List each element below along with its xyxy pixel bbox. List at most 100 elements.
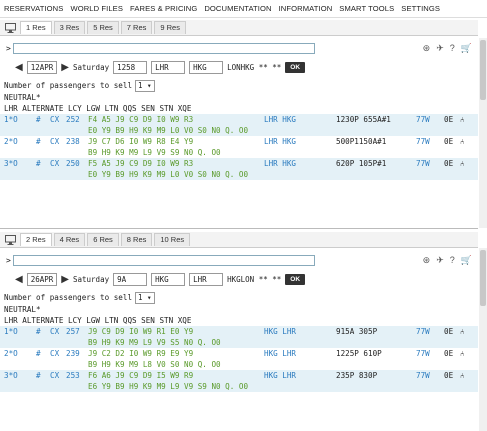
tab-9-res[interactable]: 9 Res xyxy=(154,21,186,34)
seat-icon[interactable]: ⑃ xyxy=(460,159,465,168)
pax-select[interactable]: 1 ▾ xyxy=(135,79,155,92)
flight-number: 239 xyxy=(66,349,80,358)
airline-code: CX xyxy=(50,349,60,358)
menu-information[interactable]: INFORMATION xyxy=(279,4,333,13)
flight-times: 1225P 610P xyxy=(336,349,382,358)
date-field[interactable]: 12APR xyxy=(26,60,58,74)
airline-code: CX xyxy=(50,137,60,146)
monitor-icon[interactable] xyxy=(3,234,17,246)
command-input[interactable] xyxy=(12,254,315,266)
flight-number: 252 xyxy=(66,115,80,124)
booking-classes: F4 A5 J9 C9 D9 I0 W9 R3 xyxy=(88,115,194,124)
tab-5-res[interactable]: 5 Res xyxy=(87,21,119,34)
tab-8-res[interactable]: 8 Res xyxy=(120,233,153,246)
booking-classes: F5 A5 J9 C9 D9 I0 W9 R3 xyxy=(88,159,194,168)
alternate-header: LHR ALTERNATE LCY LGW LTN QQS SEN STN XQ… xyxy=(4,316,192,325)
flight-misc: 0E xyxy=(444,159,454,168)
scrollbar-bottom[interactable] xyxy=(479,248,487,431)
tab-4-res[interactable]: 4 Res xyxy=(53,233,86,246)
settings-icon[interactable]: ⊛ xyxy=(423,255,431,266)
help-icon[interactable]: ? xyxy=(450,43,455,54)
from-field[interactable]: LHR xyxy=(151,60,186,74)
pax-row: Number of passengers to sell 1 ▾ xyxy=(0,79,478,92)
airline-code: CX xyxy=(50,371,60,380)
settings-icon[interactable]: ⊛ xyxy=(423,43,431,54)
next-day-icon[interactable]: ▶ xyxy=(61,274,69,285)
from-field[interactable]: HKG xyxy=(151,272,186,286)
pane-divider[interactable] xyxy=(0,228,478,229)
flight-hash: # xyxy=(36,349,41,358)
to-field[interactable]: LHR xyxy=(189,272,224,286)
availability-row: ◀ 26APR ▶ Saturday 9A HKG LHR HKGLON ** … xyxy=(0,270,478,288)
flight-misc: 0E xyxy=(444,137,454,146)
seat-icon[interactable]: ⑃ xyxy=(460,327,465,336)
next-day-icon[interactable]: ▶ xyxy=(61,62,69,73)
tab-1-res[interactable]: 1 Res xyxy=(20,21,52,34)
equipment: 77W xyxy=(416,349,430,358)
seat-icon[interactable]: ⑃ xyxy=(460,115,465,124)
pax-label: Number of passengers to sell xyxy=(4,293,133,302)
flight-row[interactable]: 1*O # CX 252 F4 A5 J9 C9 D9 I0 W9 R3 LHR HKG 1… xyxy=(0,114,478,136)
booking-classes: F6 A6 J9 C9 D9 I5 W9 R9 xyxy=(88,371,194,380)
flight-index: 2*O xyxy=(4,137,18,146)
neutral-label: NEUTRAL* xyxy=(4,305,41,314)
pax-select[interactable]: 1 ▾ xyxy=(135,291,155,304)
menu-world-files[interactable]: WORLD FILES xyxy=(70,4,123,13)
tab-7-res[interactable]: 7 Res xyxy=(120,21,153,34)
flight-number: 250 xyxy=(66,159,80,168)
main-menu-bar: RESERVATIONS WORLD FILES FARES & PRICING… xyxy=(0,0,487,18)
scrollbar-top[interactable] xyxy=(479,38,487,228)
command-row: > ⊛ ✈ ? 🛒 xyxy=(0,253,478,267)
route: LHR HKG xyxy=(264,115,297,124)
tab-2-res[interactable]: 2 Res xyxy=(20,233,52,246)
command-input[interactable] xyxy=(12,42,315,54)
time-field[interactable]: 9A xyxy=(113,272,148,286)
plane-icon[interactable]: ✈ xyxy=(436,255,444,266)
flight-row[interactable]: 2*O # CX 238 J9 C7 D6 I0 W9 R8 E4 Y9 LHR HKG 5… xyxy=(0,136,478,158)
res-tabs: 2 Res 4 Res 6 Res 8 Res 10 Res xyxy=(0,232,478,248)
route: HKG LHR xyxy=(264,371,297,380)
tab-10-res[interactable]: 10 Res xyxy=(154,233,191,246)
menu-settings[interactable]: SETTINGS xyxy=(401,4,440,13)
ok-button[interactable]: OK xyxy=(285,273,306,285)
flight-index: 2*O xyxy=(4,349,18,358)
tab-3-res[interactable]: 3 Res xyxy=(53,21,86,34)
airline-code: CX xyxy=(50,327,60,336)
tab-6-res[interactable]: 6 Res xyxy=(87,233,119,246)
res-pane-1: 1 Res 3 Res 5 Res 7 Res 9 Res > ⊛ ✈ ? 🛒 … xyxy=(0,20,478,228)
pax-label: Number of passengers to sell xyxy=(4,81,133,90)
availability-row: ◀ 12APR ▶ Saturday 1258 LHR HKG LONHKG *… xyxy=(0,58,478,76)
flight-hash: # xyxy=(36,159,41,168)
seat-icon[interactable]: ⑃ xyxy=(460,371,465,380)
date-field[interactable]: 26APR xyxy=(26,272,58,286)
flight-row[interactable]: 3*O # CX 253 F6 A6 J9 C9 D9 I5 W9 R9 HKG LHR 2… xyxy=(0,370,478,392)
cart-icon[interactable]: 🛒 xyxy=(461,43,472,54)
scrollbar-thumb[interactable] xyxy=(480,40,486,100)
to-field[interactable]: HKG xyxy=(189,60,224,74)
booking-classes: J9 C7 D6 I0 W9 R8 E4 Y9 xyxy=(88,137,194,146)
toolbar-icons: ⊛ ✈ ? 🛒 xyxy=(423,43,472,54)
flight-row[interactable]: 3*O # CX 250 F5 A5 J9 C9 D9 I0 W9 R3 LHR HKG 6… xyxy=(0,158,478,180)
monitor-icon[interactable] xyxy=(3,22,17,34)
time-field[interactable]: 1258 xyxy=(113,60,148,74)
prev-day-icon[interactable]: ◀ xyxy=(15,274,23,285)
help-icon[interactable]: ? xyxy=(450,255,455,266)
prev-day-icon[interactable]: ◀ xyxy=(15,62,23,73)
flight-hash: # xyxy=(36,327,41,336)
scrollbar-thumb[interactable] xyxy=(480,250,486,306)
flight-index: 3*O xyxy=(4,371,18,380)
plane-icon[interactable]: ✈ xyxy=(436,43,444,54)
menu-fares-pricing[interactable]: FARES & PRICING xyxy=(130,4,197,13)
booking-classes-2: E0 Y9 B9 H9 K9 M9 L0 V0 S0 N0 Q. O0 xyxy=(88,126,249,135)
seat-icon[interactable]: ⑃ xyxy=(460,137,465,146)
menu-smart-tools[interactable]: SMART TOOLS xyxy=(339,4,394,13)
cart-icon[interactable]: 🛒 xyxy=(461,255,472,266)
flight-number: 253 xyxy=(66,371,80,380)
flight-row[interactable]: 2*O # CX 239 J9 C2 D2 I0 W9 R9 E9 Y9 HKG LHR 1… xyxy=(0,348,478,370)
flight-row[interactable]: 1*O # CX 257 J9 C9 D9 I0 W9 R1 E0 Y9 HKG LHR 9… xyxy=(0,326,478,348)
menu-documentation[interactable]: DOCUMENTATION xyxy=(204,4,271,13)
menu-reservations[interactable]: RESERVATIONS xyxy=(4,4,63,13)
flight-misc: 0E xyxy=(444,327,454,336)
ok-button[interactable]: OK xyxy=(285,61,306,73)
seat-icon[interactable]: ⑃ xyxy=(460,349,465,358)
